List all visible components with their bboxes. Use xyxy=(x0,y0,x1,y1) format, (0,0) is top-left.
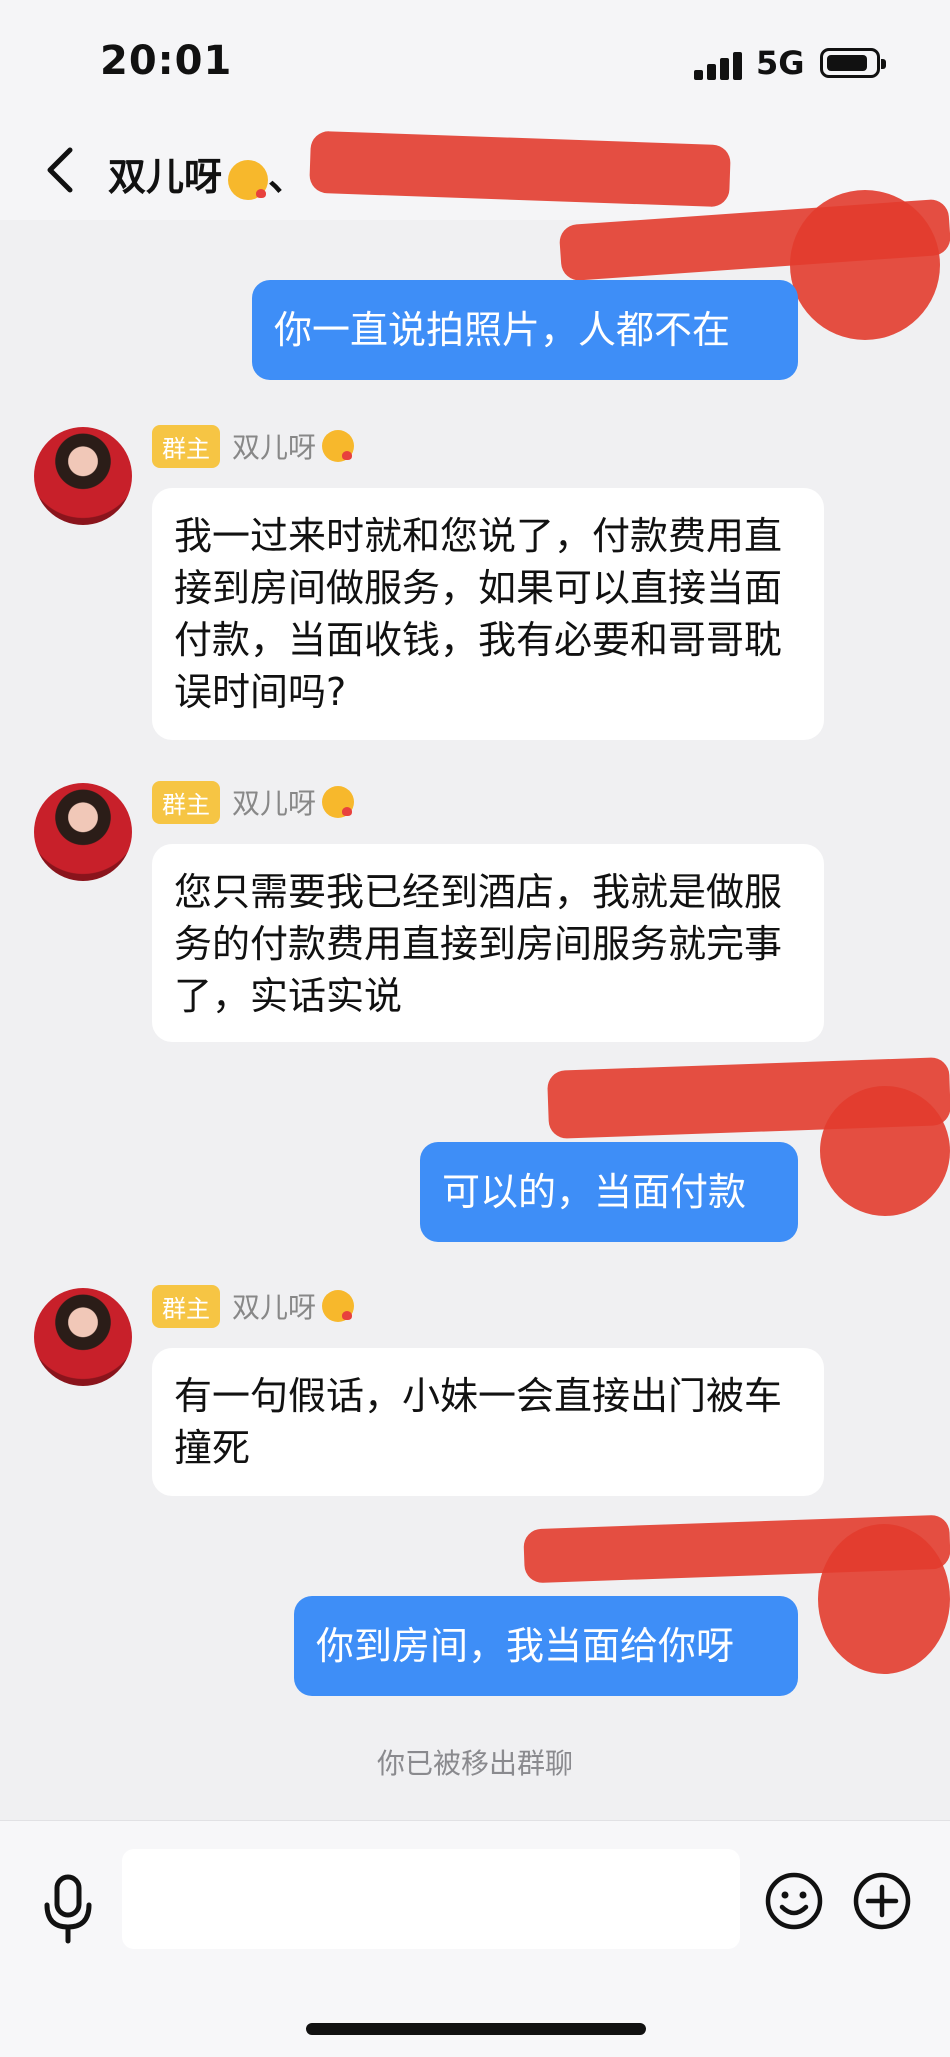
kiss-emoji-icon xyxy=(322,430,355,462)
avatar[interactable] xyxy=(34,783,132,881)
redaction-mark xyxy=(818,1524,950,1674)
chat-header: 双儿呀 、 xyxy=(0,120,950,220)
message-text: 我一过来时就和您说了，付款费用直接到房间做服务，如果可以直接当面付款，当面收钱，… xyxy=(174,514,783,714)
sender-name: 双儿呀 xyxy=(232,1291,317,1324)
incoming-message[interactable]: 我一过来时就和您说了，付款费用直接到房间做服务，如果可以直接当面付款，当面收钱，… xyxy=(152,488,824,740)
chevron-left-icon xyxy=(47,147,73,193)
outgoing-message[interactable]: 你到房间，我当面给你呀 xyxy=(294,1596,798,1696)
chat-title-suffix: 、 xyxy=(268,155,307,199)
owner-badge: 群主 xyxy=(152,1284,220,1328)
redaction-mark xyxy=(309,130,731,208)
sender-info: 群主 双儿呀 xyxy=(152,424,355,468)
smiley-icon xyxy=(765,1872,823,1930)
message-input[interactable] xyxy=(122,1849,740,1949)
status-bar: 20:01 5G xyxy=(0,0,950,120)
emoji-button[interactable] xyxy=(764,1871,824,1931)
home-indicator[interactable] xyxy=(306,2023,646,2035)
network-type: 5G xyxy=(756,44,805,82)
incoming-message[interactable]: 有一句假话，小妹一会直接出门被车撞死 xyxy=(152,1348,824,1496)
signal-icon xyxy=(694,50,742,80)
back-button[interactable] xyxy=(36,142,86,198)
message-text: 你到房间，我当面给你呀 xyxy=(316,1624,735,1668)
kiss-emoji-icon xyxy=(228,159,269,200)
redaction-mark xyxy=(820,1086,950,1216)
sender-name: 双儿呀 xyxy=(232,431,317,464)
more-actions-button[interactable] xyxy=(852,1871,912,1931)
redaction-mark xyxy=(790,190,940,340)
owner-badge: 群主 xyxy=(152,780,220,824)
owner-badge: 群主 xyxy=(152,424,220,468)
microphone-icon xyxy=(44,1874,92,1944)
chat-title-text: 双儿呀 xyxy=(108,155,223,199)
chat-title: 双儿呀 、 xyxy=(108,146,306,201)
avatar[interactable] xyxy=(34,427,132,525)
incoming-message[interactable]: 您只需要我已经到酒店，我就是做服务的付款费用直接到房间服务就完事了，实话实说 xyxy=(152,844,824,1042)
plus-circle-icon xyxy=(853,1872,911,1930)
sender-info: 群主 双儿呀 xyxy=(152,1284,355,1328)
battery-icon xyxy=(820,48,886,78)
system-notice: 你已被移出群聊 xyxy=(376,1747,573,1780)
avatar[interactable] xyxy=(34,1288,132,1386)
input-bar xyxy=(0,1820,950,2057)
outgoing-message[interactable]: 可以的，当面付款 xyxy=(420,1142,798,1242)
voice-input-button[interactable] xyxy=(40,1873,96,1945)
message-text: 您只需要我已经到酒店，我就是做服务的付款费用直接到房间服务就完事了，实话实说 xyxy=(174,870,783,1018)
message-text: 可以的，当面付款 xyxy=(442,1170,747,1214)
kiss-emoji-icon xyxy=(322,1290,355,1322)
message-text: 你一直说拍照片，人都不在 xyxy=(274,308,731,352)
sender-info: 群主 双儿呀 xyxy=(152,780,355,824)
status-time: 20:01 xyxy=(100,38,233,84)
outgoing-message[interactable]: 你一直说拍照片，人都不在 xyxy=(252,280,798,380)
message-text: 有一句假话，小妹一会直接出门被车撞死 xyxy=(174,1374,783,1470)
sender-name: 双儿呀 xyxy=(232,787,317,820)
kiss-emoji-icon xyxy=(322,786,355,818)
